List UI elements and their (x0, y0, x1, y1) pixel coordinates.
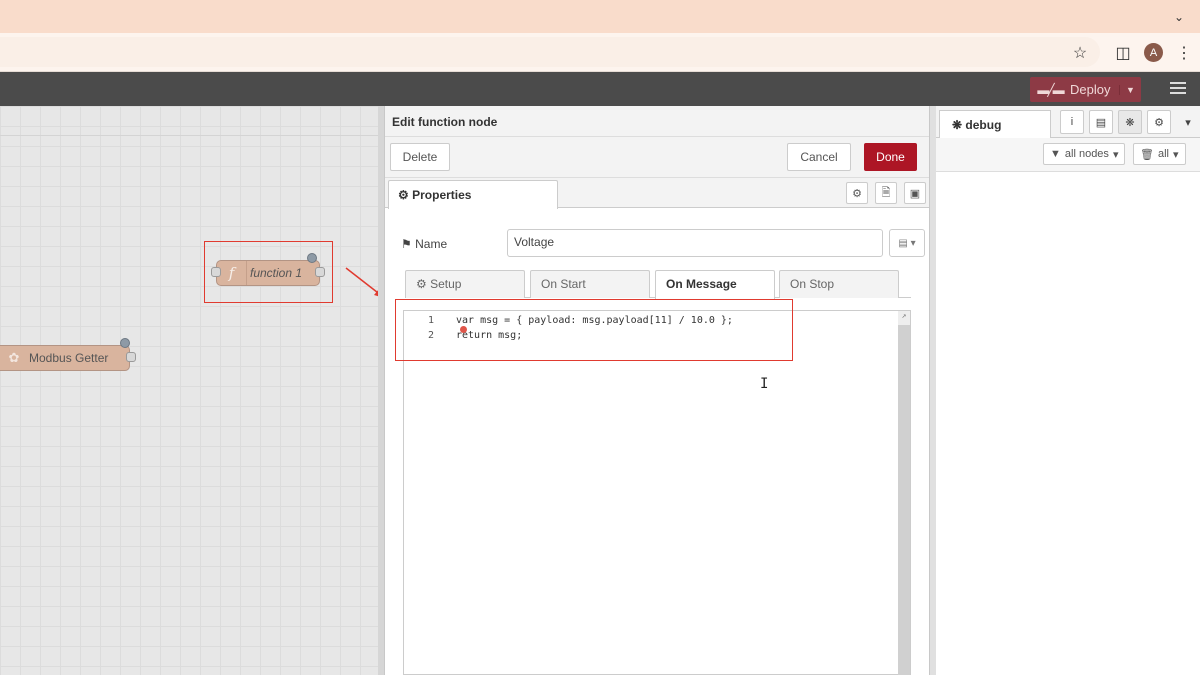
editor-scrollbar[interactable] (898, 325, 910, 675)
bug-icon[interactable]: ❋ (1118, 110, 1142, 134)
caret-down-icon: ▾ (1112, 148, 1119, 161)
gear-icon: ⚙ (398, 188, 409, 202)
deploy-icon: ▬╱▬ (1037, 82, 1064, 97)
deploy-button[interactable]: ▬╱▬ Deploy ▼ (1030, 77, 1141, 102)
tab-on-start[interactable]: On Start (530, 270, 650, 298)
tray-title: Edit function node (385, 106, 929, 137)
gear-icon[interactable]: ⚙ (1147, 110, 1171, 134)
tab-properties-label: Properties (412, 188, 472, 202)
edit-tray: Edit function node Delete Cancel Done ⚙ … (384, 106, 930, 675)
tab-debug-label: debug (965, 118, 1002, 132)
browser-address-bar: ☆ ◫ A ⋮ (0, 33, 1200, 72)
caret-down-icon[interactable]: ▼ (1119, 84, 1141, 95)
menu-icon[interactable] (1170, 82, 1186, 96)
settings-icon[interactable]: ⚙ (846, 182, 868, 204)
gear-icon: ✿ (8, 350, 20, 365)
modbus-node-label: Modbus Getter (29, 351, 109, 365)
code-tabs: ⚙ Setup On Start On Message On Stop (405, 270, 911, 299)
code-editor[interactable]: 1 var msg = { payload: msg.payload[11] /… (403, 310, 911, 675)
node-icon-picker-button[interactable]: ▤ ▾ (889, 229, 925, 257)
done-button[interactable]: Done (864, 143, 917, 171)
side-panel-icon[interactable]: ◫ (1113, 43, 1133, 63)
tab-on-message[interactable]: On Message (655, 270, 775, 299)
highlight-box-code (395, 299, 793, 361)
name-input[interactable]: Voltage (507, 229, 883, 257)
book-icon[interactable]: ▤ (1089, 110, 1113, 134)
filter-icon: ▼ (1050, 148, 1061, 160)
sidebar: ❋ debug i ▤ ❋ ⚙ ▾ ▼ all nodes ▾ 🗑 all ▾ (936, 106, 1200, 675)
clear-label: all (1157, 148, 1169, 160)
debug-toolbar: ▼ all nodes ▾ 🗑 all ▾ (936, 138, 1200, 172)
editor-gutter (404, 311, 444, 674)
chevron-down-icon[interactable]: ⌄ (1168, 6, 1190, 28)
avatar-letter: A (1149, 46, 1158, 59)
trash-icon: 🗑 (1140, 148, 1154, 161)
deploy-label: Deploy (1070, 82, 1111, 97)
workspace-divider (0, 135, 380, 136)
omnibox[interactable] (0, 37, 1100, 67)
star-icon[interactable]: ☆ (1070, 43, 1090, 63)
filter-label: all nodes (1064, 148, 1109, 160)
tab-on-stop[interactable]: On Stop (779, 270, 899, 298)
filter-nodes-button[interactable]: ▼ all nodes ▾ (1043, 143, 1126, 165)
avatar[interactable]: A (1144, 43, 1163, 62)
clear-messages-button[interactable]: 🗑 all ▾ (1133, 143, 1186, 165)
kebab-menu-icon[interactable]: ⋮ (1174, 43, 1194, 63)
expand-editor-icon[interactable]: ↗ (898, 311, 910, 325)
caret-down-icon[interactable]: ▾ (1176, 110, 1200, 134)
modbus-getter-node[interactable]: ✿ Modbus Getter (0, 345, 130, 371)
tab-setup[interactable]: ⚙ Setup (405, 270, 525, 298)
tray-tabs: ⚙ Properties ⚙ 🗎 ▣ (385, 178, 929, 209)
tray-toolbar: Delete Cancel Done (385, 137, 929, 178)
caret-down-icon: ▾ (1172, 148, 1179, 161)
tab-properties[interactable]: ⚙ Properties (388, 180, 558, 209)
tab-debug[interactable]: ❋ debug (939, 110, 1051, 139)
text-cursor-icon: I (760, 376, 769, 392)
gear-icon: ⚙ (416, 277, 427, 291)
delete-button[interactable]: Delete (390, 143, 450, 171)
bug-icon: ❋ (952, 118, 963, 132)
browser-tab-bar: ⌄ (0, 0, 1200, 33)
tag-icon: ⚑ (401, 237, 412, 251)
modbus-output-port[interactable] (126, 352, 136, 362)
name-label: ⚑ Name (401, 237, 491, 251)
flow-workspace[interactable]: f function 1 ✿ Modbus Getter (0, 106, 384, 675)
sidebar-tabs: ❋ debug i ▤ ❋ ⚙ ▾ (936, 106, 1200, 139)
tab-setup-label: Setup (430, 277, 462, 291)
app-header: ▬╱▬ Deploy ▼ (0, 72, 1200, 106)
highlight-box-node (204, 241, 333, 303)
modbus-changed-indicator (120, 338, 130, 348)
description-icon[interactable]: 🗎 (875, 182, 897, 204)
appearance-icon[interactable]: ▣ (904, 182, 926, 204)
cancel-button[interactable]: Cancel (787, 143, 851, 171)
info-icon[interactable]: i (1060, 110, 1084, 134)
name-label-text: Name (415, 237, 448, 251)
